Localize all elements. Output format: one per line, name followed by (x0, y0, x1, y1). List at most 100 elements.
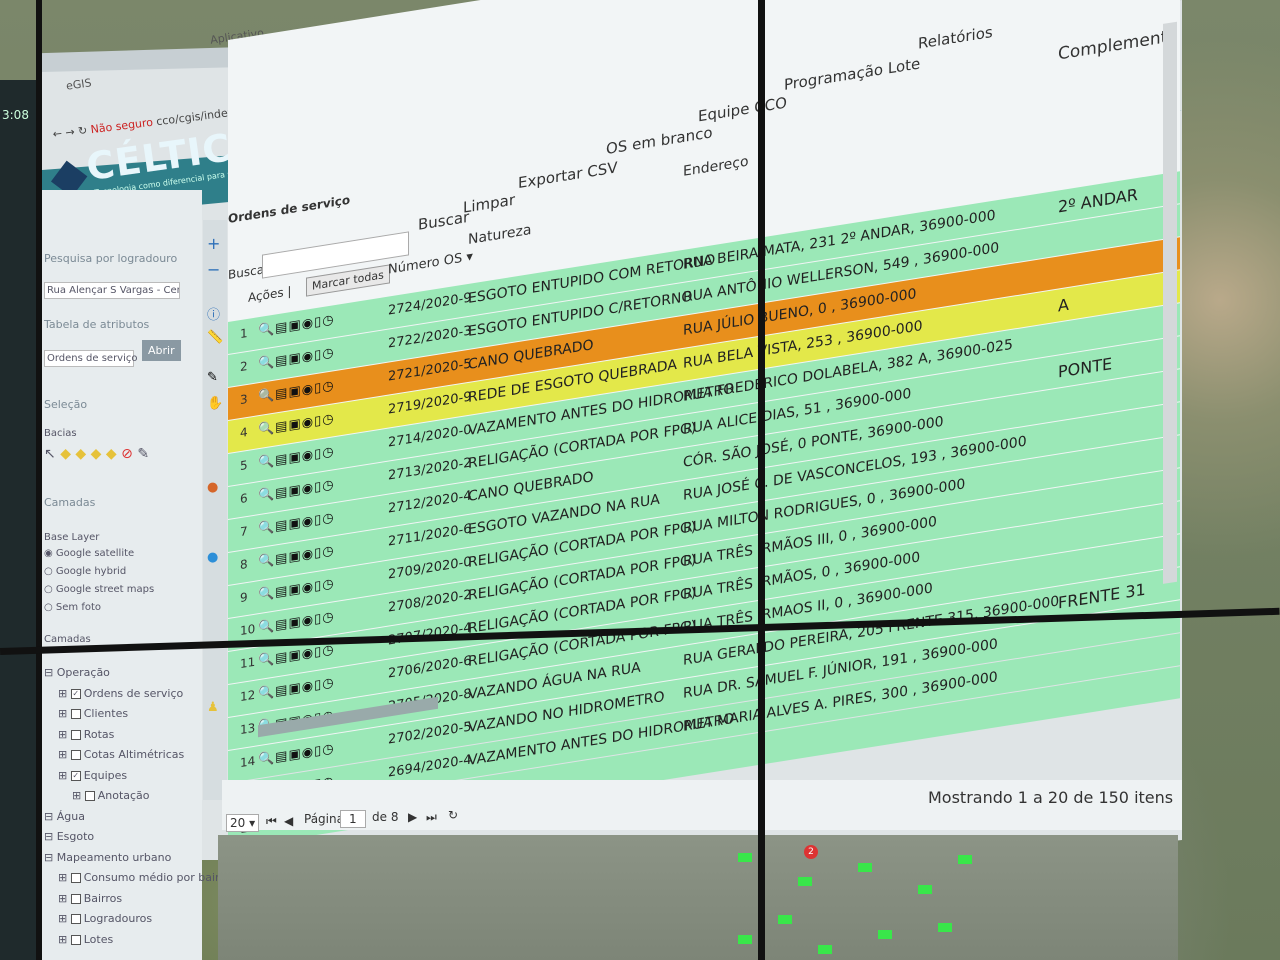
layer-tree-item[interactable]: ⊞ Logradouros (58, 912, 152, 925)
street-view-icon[interactable]: ♟ (207, 700, 219, 715)
layer-tree-item[interactable]: ⊟ Mapeamento urbano (44, 851, 171, 864)
layer-checkbox[interactable] (70, 729, 81, 740)
map-flag[interactable] (738, 853, 752, 862)
map-flag[interactable] (878, 930, 892, 939)
layer-checkbox[interactable] (70, 934, 81, 945)
layer-tree-item[interactable]: ⊞ Lotes (58, 933, 113, 946)
select-point-icon[interactable]: ◆ (60, 446, 71, 462)
layer-tree-item[interactable]: ⊞ Anotação (72, 789, 150, 802)
row-action-icons[interactable]: 🔍▤▣◉▯◷ (258, 312, 335, 339)
layer-tree-item[interactable]: ⊞ Rotas (58, 728, 114, 741)
pointer-icon[interactable]: ↖ (44, 446, 56, 462)
first-page-icon[interactable]: ⏮ (266, 814, 277, 829)
layer-tree-item[interactable]: ⊞ Consumo médio por bairro (58, 871, 230, 884)
layer-tree-item[interactable]: ⊟ Água (44, 810, 85, 823)
tool-orange-icon[interactable]: ● (207, 480, 218, 495)
layer-tree-item[interactable]: ⊞ Clientes (58, 707, 128, 720)
expand-icon[interactable]: ⊟ (44, 851, 57, 864)
row-action-icons[interactable]: 🔍▤▣◉▯◷ (258, 477, 335, 504)
row-action-icons[interactable]: 🔍▤▣◉▯◷ (258, 675, 335, 702)
layer-tree-item[interactable]: ⊞ ✓ Equipes (58, 769, 127, 782)
selection-tools[interactable]: ↖ ◆ ◆ ◆ ◆ ⊘ ✎ (44, 446, 149, 462)
layer-checkbox[interactable] (70, 893, 81, 904)
edit-icon[interactable]: ✎ (137, 446, 149, 462)
select-line-icon[interactable]: ◆ (75, 446, 86, 462)
row-action-icons[interactable]: 🔍▤▣◉▯◷ (258, 444, 335, 471)
row-action-icons[interactable]: 🔍▤▣◉▯◷ (258, 741, 335, 768)
row-action-icons[interactable]: 🔍▤▣◉▯◷ (258, 576, 335, 603)
expand-icon[interactable]: ⊞ (58, 728, 71, 741)
layer-checkbox[interactable] (70, 750, 81, 760)
street-search-input[interactable]: Rua Alençar S Vargas - Centro, Manhuaçu (44, 282, 180, 299)
base-layer-option[interactable]: ○ Sem foto (44, 602, 101, 613)
forward-icon[interactable]: → (65, 125, 76, 139)
reload-icon[interactable]: ↻ (77, 124, 88, 138)
page-size-select[interactable]: 20 ▾ (226, 814, 260, 832)
expand-icon[interactable]: ⊞ (58, 687, 71, 700)
expand-icon[interactable]: ⊟ (44, 666, 57, 679)
draw-icon[interactable]: ✎ (207, 370, 218, 385)
map-flag[interactable] (798, 877, 812, 886)
map-cluster-marker[interactable]: 2 (804, 845, 818, 859)
layer-checkbox[interactable]: ✓ (70, 770, 81, 781)
ruler-icon[interactable]: 📏 (207, 330, 223, 345)
map-flag[interactable] (918, 885, 932, 894)
refresh-grid-icon[interactable]: ↻ (448, 808, 458, 822)
info-icon[interactable]: ⓘ (207, 304, 220, 323)
layer-tree-item[interactable]: ⊟ Operação (44, 666, 110, 679)
layer-checkbox[interactable] (84, 791, 95, 801)
expand-icon[interactable]: ⊞ (58, 933, 71, 946)
expand-icon[interactable]: ⊟ (44, 830, 57, 843)
layers-header[interactable]: Camadas (44, 496, 95, 509)
row-action-icons[interactable]: 🔍▤▣◉▯◷ (258, 411, 335, 438)
attributes-select[interactable]: Ordens de serviço (44, 350, 138, 367)
map-flag[interactable] (958, 855, 972, 864)
expand-icon[interactable]: ⊞ (58, 871, 71, 884)
row-action-icons[interactable]: 🔍▤▣◉▯◷ (258, 510, 335, 537)
map-flag[interactable] (778, 915, 792, 924)
layer-checkbox[interactable] (70, 914, 81, 924)
back-icon[interactable]: ← (52, 127, 63, 141)
open-button[interactable]: Abrir (142, 340, 181, 361)
layer-tree-item[interactable]: ⊞ ✓ Ordens de serviço (58, 687, 183, 700)
layer-tree-item[interactable]: ⊟ Esgoto (44, 830, 94, 843)
map-area[interactable]: 2 (218, 835, 1178, 960)
expand-icon[interactable]: ⊞ (58, 707, 71, 720)
expand-icon[interactable]: ⊞ (72, 789, 85, 802)
zoom-in-icon[interactable]: + (207, 234, 220, 253)
base-layer-option[interactable]: ○ Google street maps (44, 584, 154, 595)
next-page-icon[interactable]: ▶ (408, 810, 417, 824)
row-action-icons[interactable]: 🔍▤▣◉▯◷ (258, 543, 335, 570)
select-polygon-icon[interactable]: ◆ (91, 446, 102, 462)
expand-icon[interactable]: ⊞ (58, 912, 71, 925)
base-layer-option[interactable]: ◉ Google satellite (44, 548, 134, 559)
map-flag[interactable] (818, 945, 832, 954)
attributes-header[interactable]: Tabela de atributos (44, 318, 149, 331)
globe-icon[interactable]: ● (207, 550, 218, 565)
row-action-icons[interactable]: 🔍▤▣◉▯◷ (258, 378, 335, 405)
vertical-scrollbar[interactable] (1163, 21, 1177, 584)
expand-icon[interactable]: ⊞ (58, 748, 71, 761)
row-action-icons[interactable]: 🔍▤▣◉▯◷ (258, 345, 335, 372)
selection-header[interactable]: Seleção (44, 398, 87, 411)
map-flag[interactable] (858, 863, 872, 872)
layer-checkbox[interactable]: ✓ (70, 688, 81, 699)
layer-checkbox[interactable] (70, 709, 81, 719)
map-flag[interactable] (738, 935, 752, 944)
clear-selection-icon[interactable]: ⊘ (121, 446, 133, 462)
layer-checkbox[interactable] (70, 873, 81, 883)
expand-icon[interactable]: ⊞ (58, 892, 71, 905)
map-flag[interactable] (938, 923, 952, 932)
select-area-icon[interactable]: ◆ (106, 446, 117, 462)
hand-icon[interactable]: ✋ (207, 396, 223, 411)
prev-page-icon[interactable]: ◀ (284, 814, 293, 828)
page-input[interactable]: 1 (340, 810, 366, 828)
expand-icon[interactable]: ⊞ (58, 769, 71, 782)
last-page-icon[interactable]: ⏭ (426, 810, 437, 825)
search-header[interactable]: Pesquisa por logradouro (44, 252, 177, 265)
zoom-out-icon[interactable]: − (207, 260, 220, 279)
layer-tree-item[interactable]: ⊞ Bairros (58, 892, 122, 905)
expand-icon[interactable]: ⊟ (44, 810, 57, 823)
base-layer-option[interactable]: ○ Google hybrid (44, 566, 126, 577)
selection-select[interactable]: Bacias (44, 428, 77, 439)
